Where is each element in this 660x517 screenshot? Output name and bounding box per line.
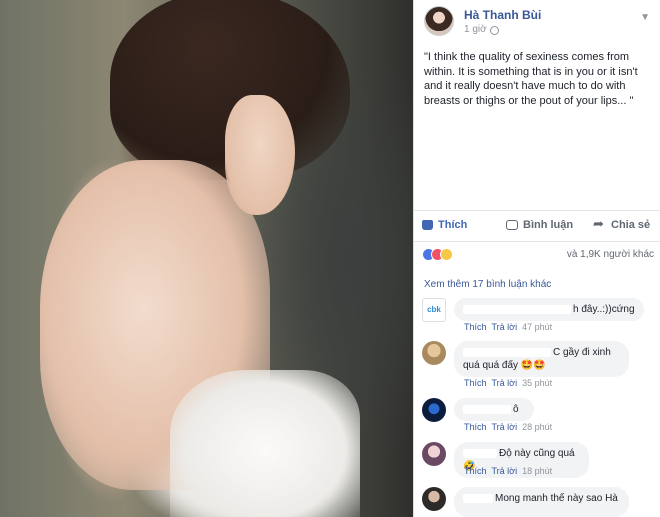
post-photo[interactable] <box>0 0 413 517</box>
post-panel: Hà Thanh Bùi 1 giờ ▼ "I think the qualit… <box>413 0 660 517</box>
comment-text: Mong manh thế này sao Hà <box>495 493 618 504</box>
comment-text: h đây..:))cứng <box>573 304 635 315</box>
commenter-name[interactable] <box>463 493 493 503</box>
comment-reply-link[interactable]: Trả lời <box>492 422 518 432</box>
like-label: Thích <box>438 219 468 231</box>
comment-bubble: Mong manh thế này sao Hà <box>454 487 629 517</box>
photo-face <box>225 95 295 215</box>
chevron-down-icon[interactable]: ▼ <box>640 12 650 23</box>
thumbs-up-icon <box>422 220 433 230</box>
post-text: "I think the quality of sexiness comes f… <box>424 51 638 107</box>
comment-text: ô <box>513 404 519 415</box>
commenter-avatar[interactable] <box>422 398 446 422</box>
comment-meta: Thích Trả lời 18 phút <box>464 466 552 476</box>
reaction-count[interactable]: và 1,9K người khác <box>567 249 654 260</box>
photo-cloth <box>170 370 360 517</box>
share-button[interactable]: Chia sẻ <box>593 216 651 232</box>
commenter-avatar[interactable] <box>422 442 446 466</box>
comment-time[interactable]: 47 phút <box>522 322 552 332</box>
like-button[interactable]: Thích <box>422 219 467 231</box>
comment-like-link[interactable]: Thích <box>464 322 487 332</box>
comment-meta: Thích Trả lời 28 phút <box>464 422 552 432</box>
commenter-name[interactable] <box>463 448 497 458</box>
author-avatar[interactable] <box>424 6 454 36</box>
post-header: Hà Thanh Bùi 1 giờ ▼ <box>424 6 654 40</box>
action-bar: Thích Bình luận Chia sẻ <box>414 210 660 242</box>
comment-reply-link[interactable]: Trả lời <box>492 466 518 476</box>
globe-icon <box>490 26 499 35</box>
author-name[interactable]: Hà Thanh Bùi <box>464 8 541 22</box>
share-label: Chia sẻ <box>611 219 651 231</box>
view-more-comments-link[interactable]: Xem thêm 17 bình luận khác <box>424 279 551 290</box>
commenter-avatar[interactable] <box>422 341 446 365</box>
comment-time[interactable]: 18 phút <box>522 466 552 476</box>
comment-label: Bình luận <box>523 219 574 231</box>
comment-reply-link[interactable]: Trả lời <box>492 378 518 388</box>
comment-like-link[interactable]: Thích <box>464 466 487 476</box>
comment-icon <box>506 220 518 230</box>
comment-bubble: h đây..:))cứng <box>454 298 644 321</box>
commenter-name[interactable] <box>463 304 571 314</box>
reactions-bar[interactable]: và 1,9K người khác <box>422 247 654 263</box>
comment-meta: Thích Trả lời 35 phút <box>464 378 552 388</box>
commenter-avatar[interactable]: cbk <box>422 298 446 322</box>
share-icon <box>593 216 606 232</box>
comment-like-link[interactable]: Thích <box>464 422 487 432</box>
comment-bubble: C gầy đi xinh quá quá đấy 🤩🤩 <box>454 341 629 377</box>
comment-like-link[interactable]: Thích <box>464 378 487 388</box>
comment-reply-link[interactable]: Trả lời <box>492 322 518 332</box>
commenter-avatar[interactable] <box>422 487 446 511</box>
wow-reaction-icon <box>440 248 453 261</box>
commenter-name[interactable] <box>463 347 551 357</box>
post-time[interactable]: 1 giờ <box>464 24 487 35</box>
comment-time[interactable]: 28 phút <box>522 422 552 432</box>
comment-bubble: ô <box>454 398 534 421</box>
commenter-name[interactable] <box>463 404 511 414</box>
comment-time[interactable]: 35 phút <box>522 378 552 388</box>
comment-meta: Thích Trả lời 47 phút <box>464 322 552 332</box>
